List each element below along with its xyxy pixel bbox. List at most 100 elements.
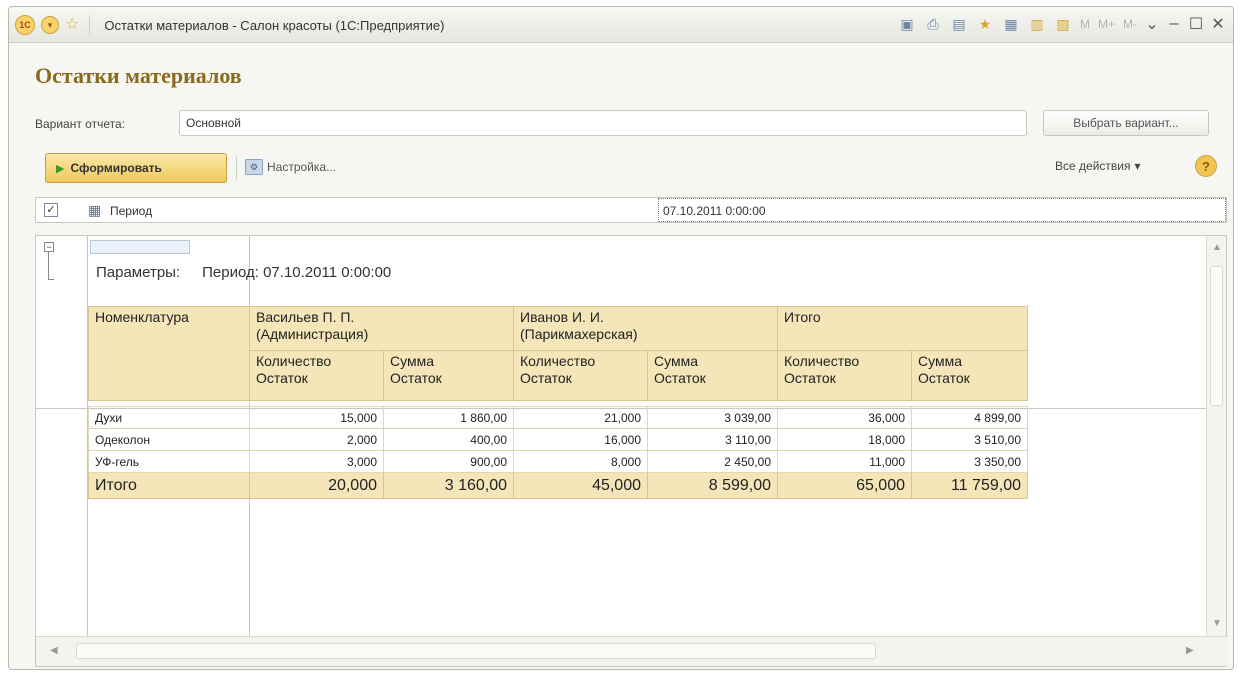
- header-nomenclature: Номенклатура: [88, 306, 250, 401]
- header-qty-line2: Остаток: [256, 370, 308, 386]
- close-icon[interactable]: ✕: [1209, 13, 1227, 35]
- grouping-gutter: −: [36, 236, 88, 636]
- print-icon[interactable]: ⎙: [922, 13, 944, 35]
- report-window: 1С ▾ ☆ Остатки материалов - Салон красот…: [8, 6, 1234, 670]
- cell-value: 2,000: [249, 428, 384, 451]
- favorite-star-icon[interactable]: ☆: [65, 16, 79, 34]
- header-sum-line2: Остаток: [918, 370, 970, 386]
- add-favorite-icon[interactable]: ★: [974, 13, 996, 35]
- group-bracket-line: [48, 252, 49, 280]
- collapse-group-icon[interactable]: −: [44, 242, 54, 252]
- total-value: 20,000: [249, 472, 384, 499]
- total-value: 8 599,00: [647, 472, 778, 499]
- settings-icon: ⚙: [245, 159, 263, 175]
- cell-value: 900,00: [383, 450, 514, 473]
- report-spreadsheet[interactable]: − Параметры: Период: 07.10.2011 0:00:00 …: [35, 235, 1228, 667]
- report-variant-field[interactable]: Основной: [179, 110, 1027, 136]
- horizontal-scroll-thumb[interactable]: [76, 643, 876, 659]
- vertical-scrollbar[interactable]: ▲ ▼: [1206, 236, 1226, 636]
- header-group-vasiliev-name: Васильев П. П.: [256, 309, 355, 325]
- total-value: 3 160,00: [383, 472, 514, 499]
- chevron-down-icon: ▾: [1134, 159, 1141, 173]
- memory-m-button[interactable]: M: [1078, 13, 1092, 35]
- cell-value: 3,000: [249, 450, 384, 473]
- cell-value: 4 899,00: [911, 406, 1028, 429]
- 1c-logo-icon[interactable]: 1С: [15, 15, 35, 35]
- vertical-scroll-thumb[interactable]: [1210, 266, 1223, 406]
- memory-m-minus-button[interactable]: M-: [1121, 13, 1139, 35]
- minimize-icon[interactable]: –: [1165, 13, 1183, 35]
- header-sum: Сумма Остаток: [383, 350, 514, 401]
- cell-value: 11,000: [777, 450, 912, 473]
- preview-icon[interactable]: ▤: [948, 13, 970, 35]
- period-filter-row: ✓ ▦ Период 07.10.2011 0:00:00: [35, 197, 1227, 223]
- total-value: 11 759,00: [911, 472, 1028, 499]
- calculator-icon[interactable]: ▥: [1026, 13, 1048, 35]
- header-group-ivanov: Иванов И. И. (Парикмахерская): [513, 306, 778, 351]
- play-icon: ▶: [56, 162, 65, 175]
- dropdown-arrow-icon[interactable]: ⌄: [1143, 13, 1161, 35]
- table-row[interactable]: Одеколон 2,000 400,00 16,000 3 110,00 18…: [88, 428, 1028, 451]
- selected-cell[interactable]: [90, 240, 190, 254]
- header-qty-line2: Остаток: [520, 370, 572, 386]
- header-sum-line1: Сумма: [390, 353, 434, 369]
- period-checkbox[interactable]: ✓: [44, 203, 58, 217]
- total-value: 65,000: [777, 472, 912, 499]
- cell-value: 15,000: [249, 406, 384, 429]
- form-title: Остатки материалов: [35, 63, 242, 88]
- generate-button-label: Сформировать: [70, 161, 162, 175]
- cell-value: 1 860,00: [383, 406, 514, 429]
- settings-button[interactable]: ⚙ Настройка...: [245, 159, 336, 175]
- total-label: Итого: [88, 472, 250, 499]
- cell-value: 3 039,00: [647, 406, 778, 429]
- scroll-down-icon[interactable]: ▼: [1212, 618, 1222, 629]
- cell-value: 3 510,00: [911, 428, 1028, 451]
- help-icon[interactable]: ?: [1195, 155, 1217, 177]
- header-group-ivanov-dept: (Парикмахерская): [520, 326, 638, 342]
- header-qty: Количество Остаток: [513, 350, 648, 401]
- period-value-field[interactable]: 07.10.2011 0:00:00: [658, 198, 1226, 222]
- cell-value: 2 450,00: [647, 450, 778, 473]
- memory-m-plus-button[interactable]: M+: [1096, 13, 1117, 35]
- all-actions-menu[interactable]: Все действия ▾: [1055, 159, 1141, 173]
- header-group-vasiliev-dept: (Администрация): [256, 326, 369, 342]
- main-menu-icon[interactable]: ▾: [41, 16, 59, 34]
- calendar-icon[interactable]: ▧: [1052, 13, 1074, 35]
- group-bracket-end: [48, 279, 54, 280]
- table-row[interactable]: Духи 15,000 1 860,00 21,000 3 039,00 36,…: [88, 406, 1028, 429]
- scroll-left-icon[interactable]: ◀: [50, 645, 58, 656]
- parameters-value: Период: 07.10.2011 0:00:00: [202, 264, 392, 281]
- cell-value: 18,000: [777, 428, 912, 451]
- horizontal-scrollbar[interactable]: ◀ ▶: [36, 636, 1228, 666]
- cell-name: Духи: [88, 406, 250, 429]
- save-icon[interactable]: ▣: [896, 13, 918, 35]
- header-sum: Сумма Остаток: [647, 350, 778, 401]
- window-title: Остатки материалов - Салон красоты (1С:П…: [104, 17, 445, 33]
- toolbar-separator: [89, 15, 91, 35]
- history-icon[interactable]: ▦: [1000, 13, 1022, 35]
- cell-value: 8,000: [513, 450, 648, 473]
- scroll-up-icon[interactable]: ▲: [1212, 242, 1222, 253]
- header-qty: Количество Остаток: [249, 350, 384, 401]
- header-sum-line2: Остаток: [390, 370, 442, 386]
- header-sum-line1: Сумма: [918, 353, 962, 369]
- cell-name: УФ-гель: [88, 450, 250, 473]
- header-group-ivanov-name: Иванов И. И.: [520, 309, 604, 325]
- generate-button[interactable]: ▶ Сформировать: [45, 153, 227, 183]
- calendar-icon: ▦: [88, 202, 102, 218]
- table-row[interactable]: УФ-гель 3,000 900,00 8,000 2 450,00 11,0…: [88, 450, 1028, 473]
- total-value: 45,000: [513, 472, 648, 499]
- period-label: Период: [110, 204, 153, 218]
- header-qty-line1: Количество: [256, 353, 332, 369]
- choose-variant-button[interactable]: Выбрать вариант...: [1043, 110, 1209, 136]
- maximize-icon[interactable]: ☐: [1187, 13, 1205, 35]
- header-group-total: Итого: [777, 306, 1028, 351]
- variant-label: Вариант отчета:: [35, 117, 125, 131]
- cell-value: 21,000: [513, 406, 648, 429]
- header-qty-line2: Остаток: [784, 370, 836, 386]
- report-table: Номенклатура Васильев П. П. (Администрац…: [88, 306, 1028, 499]
- title-bar: 1С ▾ ☆ Остатки материалов - Салон красот…: [9, 7, 1233, 43]
- parameters-label: Параметры:: [96, 264, 181, 281]
- total-row[interactable]: Итого 20,000 3 160,00 45,000 8 599,00 65…: [88, 472, 1028, 499]
- scroll-right-icon[interactable]: ▶: [1186, 645, 1194, 656]
